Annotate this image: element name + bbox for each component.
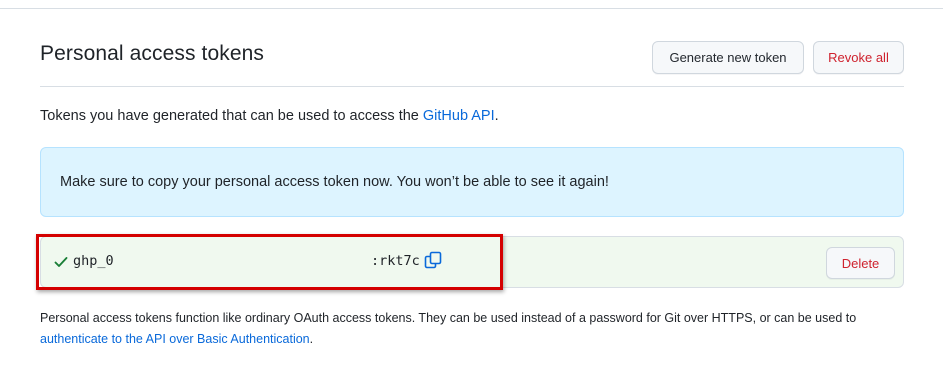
new-token-row: ghp_0 :rkt7c Delete [40, 236, 904, 288]
generate-new-token-button[interactable]: Generate new token [652, 41, 804, 74]
page-title: Personal access tokens [40, 42, 264, 65]
intro-text-suffix: . [494, 108, 499, 124]
github-api-link[interactable]: GitHub API [423, 108, 495, 124]
check-icon [54, 257, 68, 267]
token-value-prefix: ghp_0 [73, 253, 114, 269]
revoke-all-button[interactable]: Revoke all [813, 41, 904, 74]
top-divider [0, 8, 943, 9]
delete-token-button[interactable]: Delete [826, 247, 895, 279]
footnote-text: Personal access tokens function like ord… [40, 308, 920, 350]
page-header: Personal access tokens Generate new toke… [40, 40, 904, 87]
footnote-suffix: . [309, 332, 314, 346]
intro-text-body: Tokens you have generated that can be us… [40, 108, 423, 124]
footnote-body: Personal access tokens function like ord… [40, 311, 857, 325]
copy-token-notice: Make sure to copy your personal access t… [40, 147, 904, 217]
token-value-suffix: :rkt7c [371, 253, 420, 269]
copy-icon[interactable] [424, 251, 442, 269]
intro-text: Tokens you have generated that can be us… [40, 108, 499, 124]
basic-auth-link[interactable]: authenticate to the API over Basic Authe… [40, 332, 310, 346]
copy-token-notice-text: Make sure to copy your personal access t… [60, 174, 609, 190]
